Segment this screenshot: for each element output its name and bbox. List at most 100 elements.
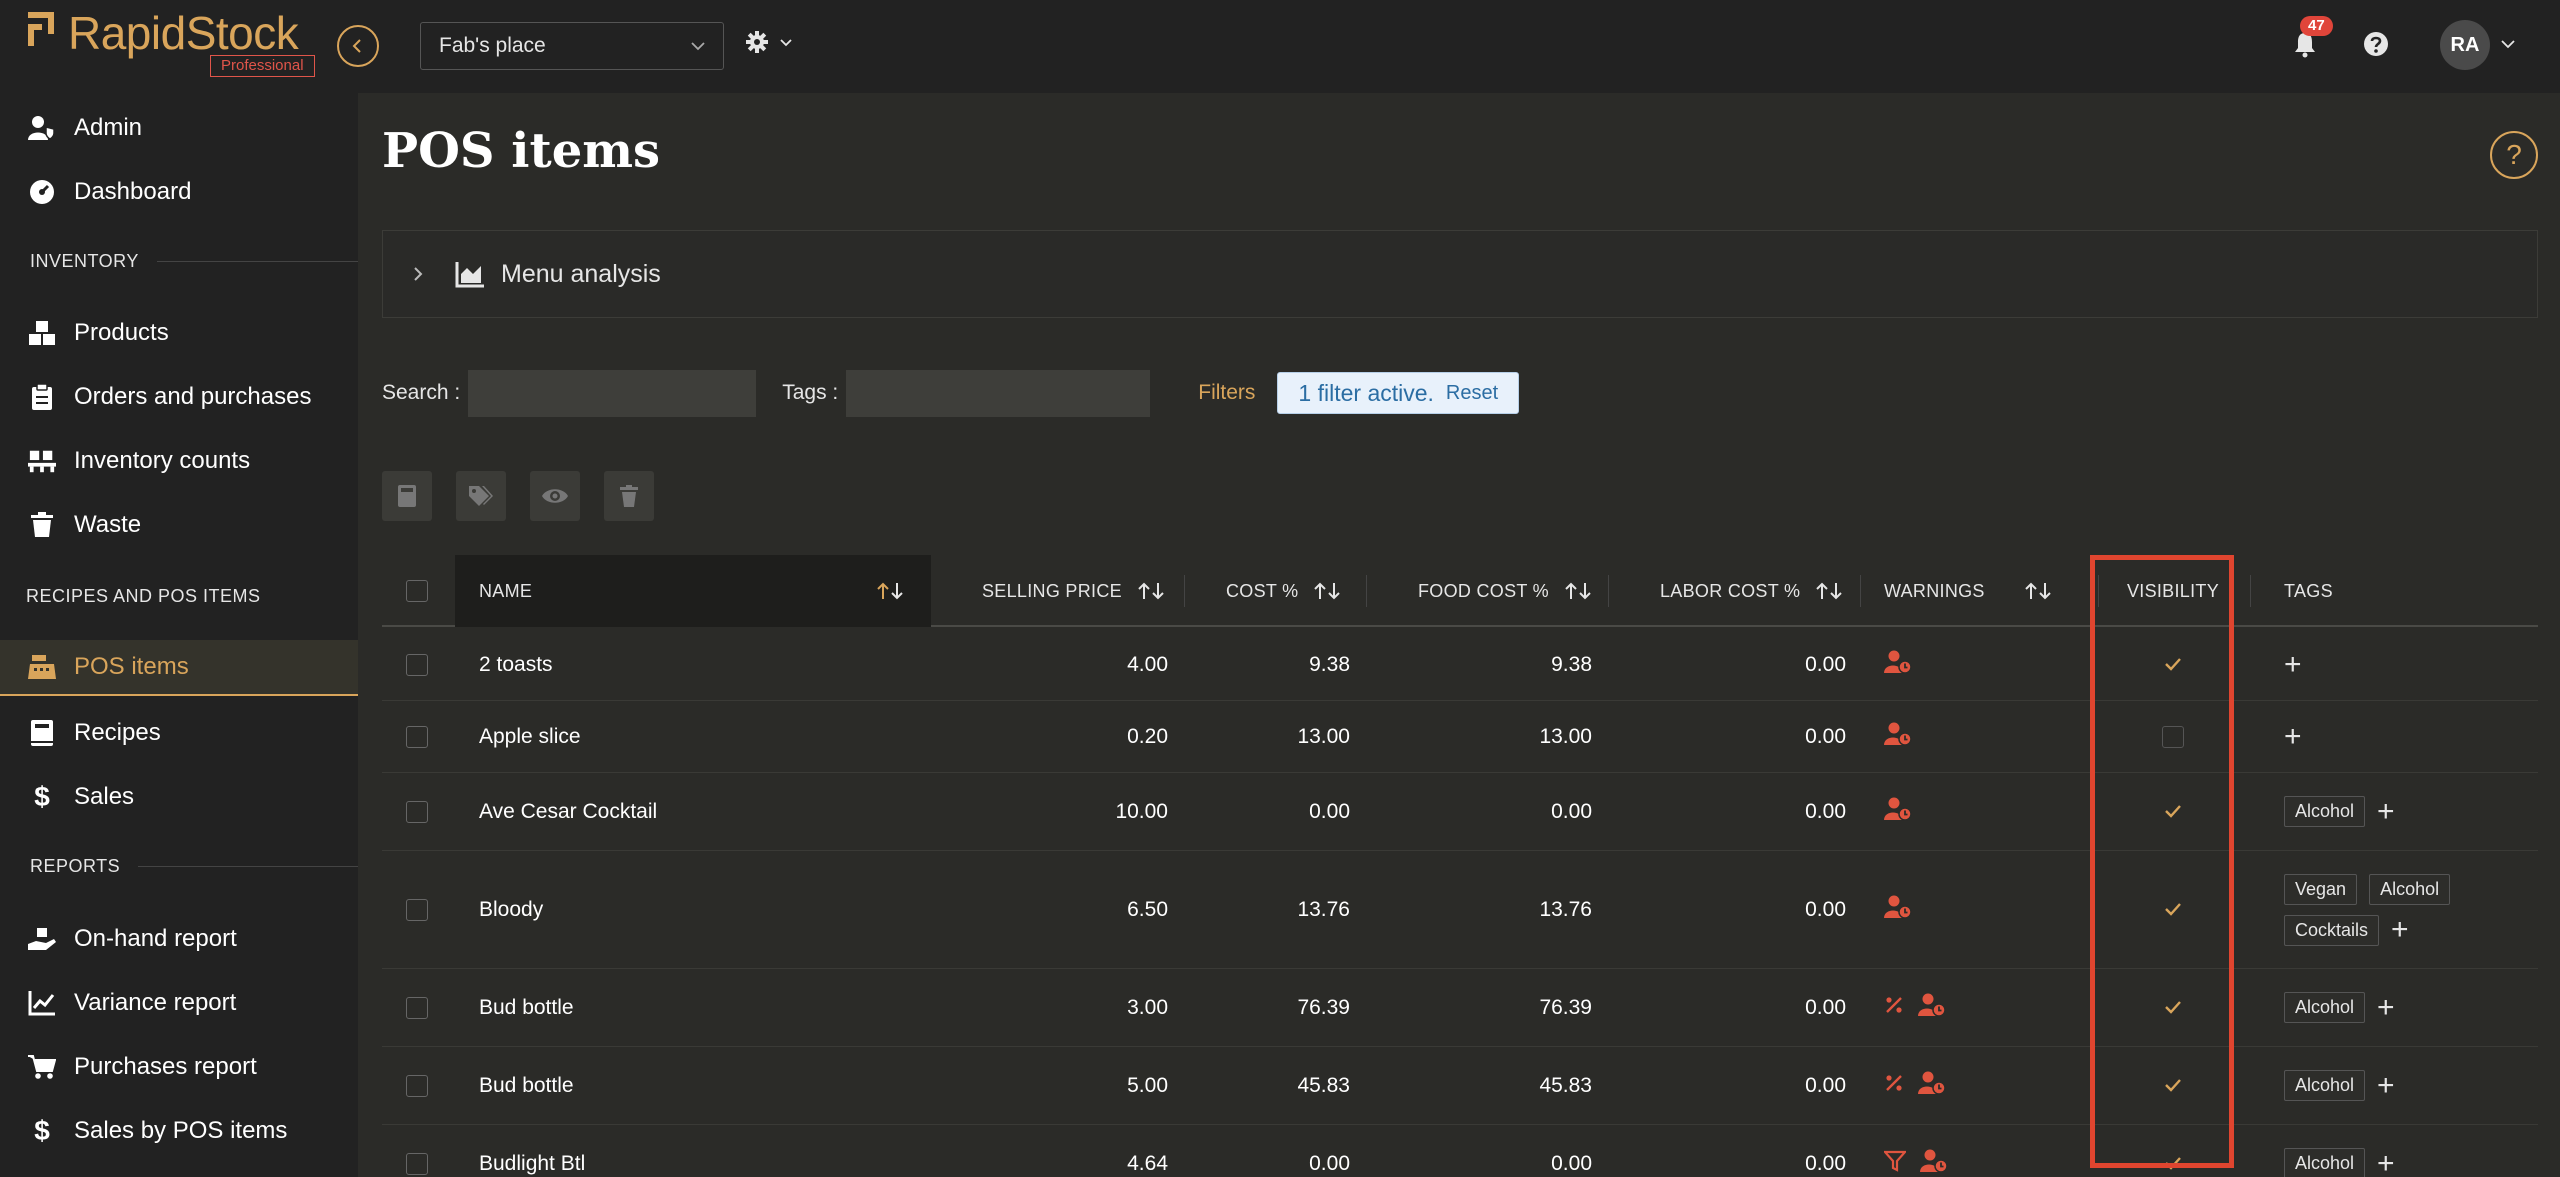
- cell-labor-cost-pct: 0.00: [1805, 1073, 1846, 1097]
- search-input[interactable]: [468, 369, 757, 417]
- check-icon[interactable]: [2164, 653, 2182, 677]
- check-icon[interactable]: [2164, 898, 2182, 922]
- column-header-warnings[interactable]: WARNINGS: [1884, 555, 2053, 627]
- table-row[interactable]: Bloody 6.50 13.76 13.76 0.00 Vegan Alcohol Cock…: [382, 851, 2538, 969]
- column-header-labor-cost-pct[interactable]: LABOR COST %: [1660, 555, 1844, 627]
- funnel-warning-icon[interactable]: [1882, 1150, 1908, 1177]
- table-row[interactable]: Budlight Btl 4.64 0.00 0.00 0.00 Alcohol +: [382, 1125, 2538, 1177]
- tags-input[interactable]: [846, 369, 1151, 417]
- cell-food-cost-pct: 76.39: [1539, 995, 1592, 1019]
- cell-name[interactable]: Bud bottle: [479, 1047, 949, 1124]
- cell-tags: Alcohol +: [2284, 1047, 2534, 1124]
- row-checkbox[interactable]: [406, 800, 428, 823]
- user-clock-warning-icon[interactable]: [1884, 895, 1912, 925]
- collapse-sidebar-button[interactable]: [337, 25, 379, 67]
- table-row[interactable]: Bud bottle 3.00 76.39 76.39 0.00 Alcohol +: [382, 969, 2538, 1047]
- reset-filters-link[interactable]: Reset: [1446, 382, 1498, 405]
- chevron-down-icon[interactable]: [2500, 36, 2516, 52]
- bulk-visibility-button[interactable]: [530, 471, 580, 521]
- row-checkbox[interactable]: [406, 653, 428, 676]
- column-header-name[interactable]: NAME: [455, 555, 931, 627]
- row-checkbox-cell: [406, 629, 428, 700]
- table-row[interactable]: Bud bottle 5.00 45.83 45.83 0.00 Alcohol +: [382, 1047, 2538, 1125]
- user-clock-warning-icon[interactable]: [1884, 797, 1912, 827]
- table-row[interactable]: Ave Cesar Cocktail 10.00 0.00 0.00 0.00 Alcoh…: [382, 773, 2538, 851]
- sidebar-item-on-hand-report[interactable]: On-hand report: [0, 913, 358, 965]
- percent-warning-icon[interactable]: [1884, 1073, 1904, 1099]
- tag-chip[interactable]: Alcohol: [2284, 796, 2366, 827]
- user-avatar[interactable]: RA: [2440, 20, 2490, 70]
- cell-cost-pct: 13.76: [1297, 897, 1350, 921]
- settings-menu-button[interactable]: [745, 30, 793, 54]
- tags-label: Tags :: [782, 381, 839, 404]
- sidebar-item-admin[interactable]: Admin: [0, 102, 358, 154]
- row-checkbox[interactable]: [406, 725, 428, 748]
- select-all-checkbox[interactable]: [406, 580, 428, 602]
- check-icon[interactable]: [2164, 996, 2182, 1020]
- row-checkbox[interactable]: [406, 996, 428, 1019]
- cell-name[interactable]: 2 toasts: [479, 629, 949, 700]
- sidebar-item-pos-items[interactable]: POS items: [0, 640, 358, 696]
- question-circle-icon[interactable]: [2362, 30, 2390, 58]
- cell-tags: Alcohol +: [2284, 1125, 2534, 1177]
- location-select[interactable]: Fab's place: [420, 22, 724, 70]
- column-header-selling-price[interactable]: SELLING PRICE: [982, 555, 1166, 627]
- tag-chip[interactable]: Alcohol: [2369, 873, 2451, 905]
- user-clock-warning-icon[interactable]: [1920, 1149, 1948, 1177]
- add-tag-button[interactable]: +: [2377, 1070, 2395, 1100]
- add-tag-button[interactable]: +: [2377, 796, 2395, 826]
- cell-name[interactable]: Ave Cesar Cocktail: [479, 773, 949, 850]
- sidebar-item-sales[interactable]: $ Sales: [0, 771, 358, 823]
- add-tag-button[interactable]: +: [2284, 721, 2302, 751]
- user-clock-warning-icon[interactable]: [1884, 650, 1912, 680]
- table-row[interactable]: 2 toasts 4.00 9.38 9.38 0.00 +: [382, 629, 2538, 701]
- percent-warning-icon[interactable]: [1884, 995, 1904, 1021]
- sidebar-item-sales-by-pos-items[interactable]: $ Sales by POS items: [0, 1105, 358, 1157]
- sidebar-item-purchases-report[interactable]: Purchases report: [0, 1041, 358, 1093]
- cell-cost-pct: 76.39: [1297, 995, 1350, 1019]
- user-clock-warning-icon[interactable]: [1918, 1071, 1946, 1101]
- cell-name[interactable]: Apple slice: [479, 701, 949, 772]
- sidebar-item-label: Admin: [74, 114, 143, 141]
- cell-selling-price: 4.64: [1127, 1151, 1168, 1175]
- check-icon[interactable]: [2164, 1074, 2182, 1098]
- check-icon[interactable]: [2164, 800, 2182, 824]
- cell-name[interactable]: Bloody: [479, 851, 949, 968]
- column-header-food-cost-pct[interactable]: FOOD COST %: [1418, 555, 1593, 627]
- bulk-tag-button[interactable]: [456, 471, 506, 521]
- tag-chip[interactable]: Alcohol: [2284, 1148, 2366, 1177]
- column-header-cost-pct[interactable]: COST %: [1226, 555, 1342, 627]
- sidebar-item-products[interactable]: Products: [0, 307, 358, 359]
- tag-chip[interactable]: Alcohol: [2284, 1070, 2366, 1101]
- check-icon[interactable]: [2164, 1152, 2182, 1176]
- user-clock-warning-icon[interactable]: [1918, 993, 1946, 1023]
- cell-name[interactable]: Bud bottle: [479, 969, 949, 1046]
- add-tag-button[interactable]: +: [2284, 649, 2302, 679]
- add-tag-button[interactable]: +: [2377, 1148, 2395, 1177]
- sidebar-item-recipes[interactable]: Recipes: [0, 707, 358, 759]
- bulk-delete-button[interactable]: [604, 471, 654, 521]
- tag-chip[interactable]: Cocktails: [2284, 914, 2380, 946]
- cell-name[interactable]: Budlight Btl: [479, 1125, 949, 1177]
- sidebar-item-variance-report[interactable]: Variance report: [0, 977, 358, 1029]
- row-checkbox[interactable]: [406, 1152, 428, 1175]
- logo[interactable]: RapidStock: [28, 8, 299, 58]
- help-button[interactable]: ?: [2490, 131, 2538, 179]
- sidebar-item-inventory-counts[interactable]: Inventory counts: [0, 435, 358, 487]
- bulk-recipe-button[interactable]: [382, 471, 432, 521]
- column-header-label: FOOD COST %: [1418, 580, 1549, 601]
- tag-chip[interactable]: Alcohol: [2284, 992, 2366, 1023]
- table-row[interactable]: Apple slice 0.20 13.00 13.00 0.00 +: [382, 701, 2538, 773]
- tag-chip[interactable]: Vegan: [2284, 873, 2358, 905]
- visibility-checkbox[interactable]: [2162, 725, 2184, 748]
- add-tag-button[interactable]: +: [2391, 915, 2409, 945]
- menu-analysis-panel[interactable]: Menu analysis: [382, 230, 2538, 318]
- row-checkbox[interactable]: [406, 898, 428, 921]
- sidebar-item-dashboard[interactable]: Dashboard: [0, 166, 358, 218]
- add-tag-button[interactable]: +: [2377, 992, 2395, 1022]
- row-checkbox[interactable]: [406, 1074, 428, 1097]
- sidebar-item-orders[interactable]: Orders and purchases: [0, 371, 358, 423]
- filters-link[interactable]: Filters: [1198, 381, 1255, 405]
- user-clock-warning-icon[interactable]: [1884, 722, 1912, 752]
- sidebar-item-waste[interactable]: Waste: [0, 499, 358, 551]
